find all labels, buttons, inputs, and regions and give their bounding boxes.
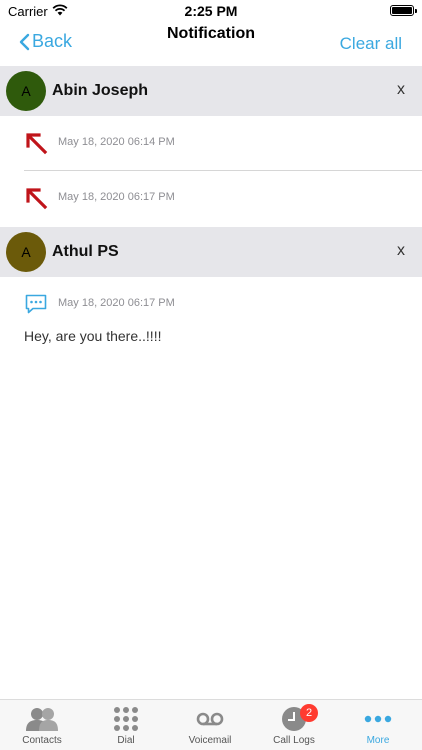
dismiss-button[interactable]: x xyxy=(397,81,405,99)
tab-label: Contacts xyxy=(22,735,62,746)
tab-voicemail[interactable]: Voicemail xyxy=(168,706,252,750)
battery-icon xyxy=(390,5,414,16)
clock-time: 2:25 PM xyxy=(184,3,238,19)
tab-label: Dial xyxy=(117,735,135,746)
tab-contacts[interactable]: Contacts xyxy=(0,706,84,750)
contact-name: Abin Joseph xyxy=(52,82,149,99)
missed-call-icon xyxy=(26,133,48,155)
unread-badge: 2 xyxy=(300,704,318,722)
list-item[interactable]: May 18, 2020 06:14 PM xyxy=(0,116,422,170)
dismiss-button[interactable]: x xyxy=(397,242,405,260)
dialpad-icon xyxy=(114,707,138,731)
avatar: A xyxy=(6,232,46,272)
voicemail-icon xyxy=(196,712,224,726)
battery-tip xyxy=(415,9,417,13)
tab-bar: Contacts Dial Voicemail 2 Call Logs More xyxy=(0,699,422,750)
tab-label: More xyxy=(366,735,390,746)
status-bar: Carrier 2:25 PM xyxy=(0,0,422,22)
tab-label: Call Logs xyxy=(273,735,315,746)
message-text: Hey, are you there..!!!! xyxy=(24,328,162,344)
avatar: A xyxy=(6,71,46,111)
timestamp: May 18, 2020 06:17 PM xyxy=(58,297,175,309)
timestamp: May 18, 2020 06:14 PM xyxy=(58,136,175,148)
tab-label: Voicemail xyxy=(188,735,232,746)
contact-header-abin-joseph: A Abin Joseph x xyxy=(0,66,422,116)
list-item[interactable]: May 18, 2020 06:17 PM xyxy=(0,277,422,331)
navigation-bar: Back Notification Clear all xyxy=(0,22,422,66)
timestamp: May 18, 2020 06:17 PM xyxy=(58,191,175,203)
tab-more[interactable]: More xyxy=(336,706,420,750)
tab-dial[interactable]: Dial xyxy=(84,706,168,750)
missed-call-icon xyxy=(26,188,48,210)
message-icon xyxy=(25,294,47,314)
more-icon xyxy=(364,715,392,723)
contact-name: Athul PS xyxy=(52,243,119,260)
list-item[interactable]: May 18, 2020 06:17 PM xyxy=(0,171,422,225)
contact-header-athul-ps: A Athul PS x xyxy=(0,227,422,277)
contacts-icon xyxy=(26,708,58,731)
clear-all-button[interactable]: Clear all xyxy=(340,34,402,54)
tab-call-logs[interactable]: 2 Call Logs xyxy=(252,704,336,750)
